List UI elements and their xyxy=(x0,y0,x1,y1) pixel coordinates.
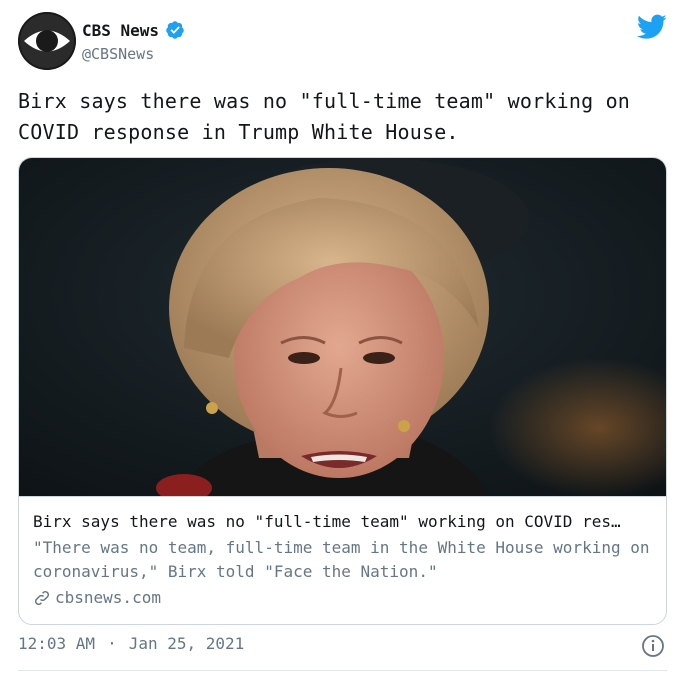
card-title[interactable]: Birx says there was no "full-time team" … xyxy=(33,512,653,531)
author-name-row[interactable]: CBS News xyxy=(82,20,185,40)
avatar[interactable] xyxy=(18,12,76,70)
verified-badge-icon xyxy=(165,20,185,40)
author-handle[interactable]: @CBSNews xyxy=(82,45,154,63)
bottom-divider xyxy=(18,670,667,671)
tweet-time[interactable]: 12:03 AM xyxy=(18,634,95,653)
card-description[interactable]: "There was no team, full-time team in th… xyxy=(33,536,653,584)
card-domain-text[interactable]: cbsnews.com xyxy=(55,588,161,607)
tweet-text: Birx says there was no "full-time team" … xyxy=(18,89,631,144)
twitter-bird-icon[interactable] xyxy=(636,14,667,40)
author-display-name[interactable]: CBS News xyxy=(82,21,159,40)
cbs-eye-logo-icon xyxy=(18,12,76,70)
tweet-date[interactable]: Jan 25, 2021 xyxy=(129,634,245,653)
card-image[interactable] xyxy=(19,158,666,496)
tweet-timestamp[interactable]: 12:03 AM · Jan 25, 2021 xyxy=(18,634,244,653)
link-icon xyxy=(33,589,51,607)
meta-separator: · xyxy=(107,634,117,653)
link-preview-card[interactable]: Birx says there was no "full-time team" … xyxy=(18,157,667,625)
embedded-tweet: CBS News @CBSNews Birx says there was no… xyxy=(0,0,685,677)
card-divider xyxy=(19,496,666,497)
info-icon[interactable] xyxy=(641,634,665,658)
card-domain[interactable]: cbsnews.com xyxy=(33,588,161,607)
